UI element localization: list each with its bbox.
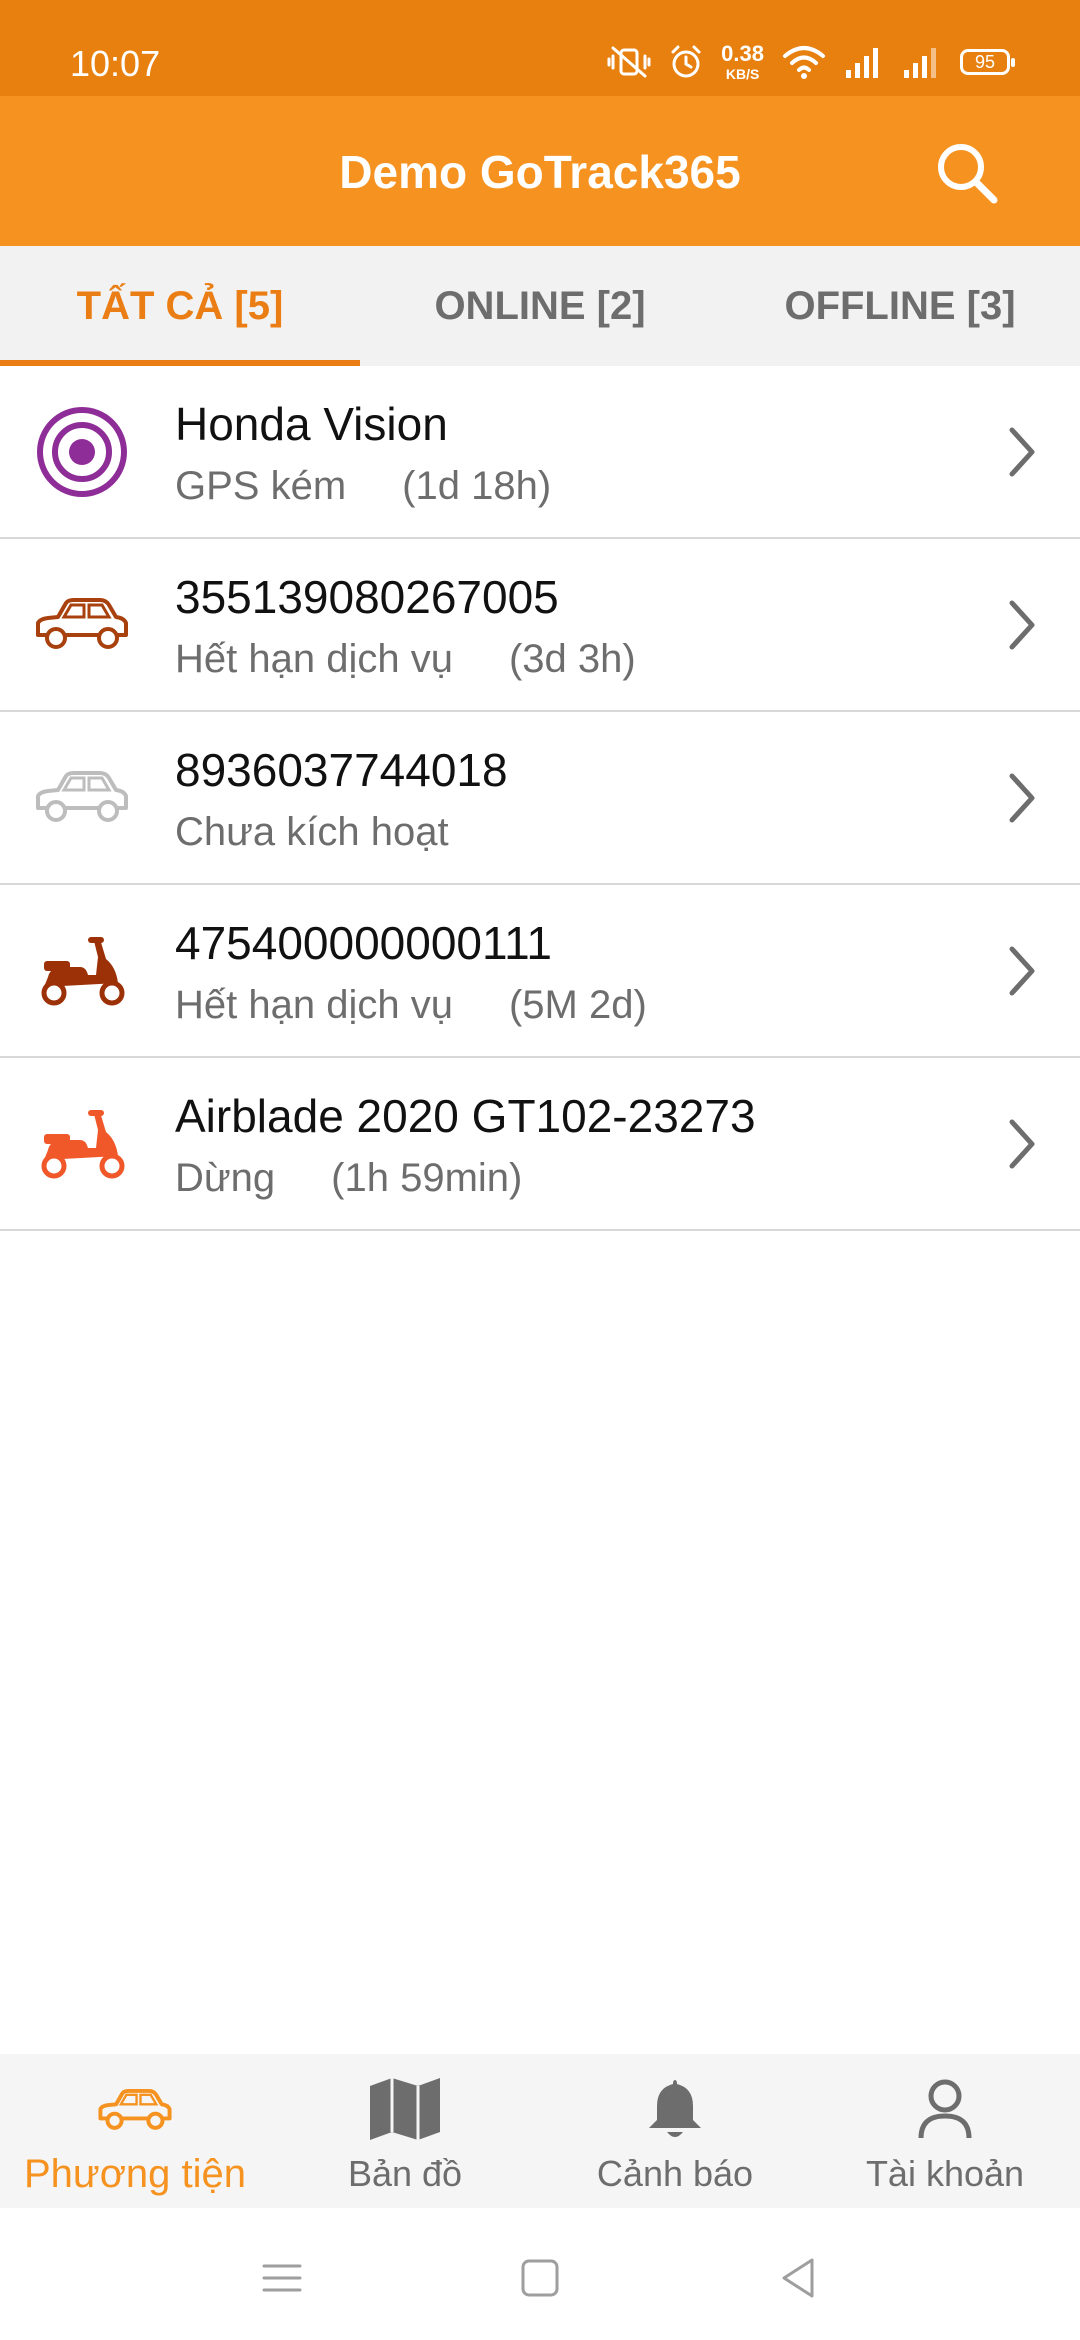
home-icon[interactable]	[510, 2248, 570, 2308]
vehicle-status: Hết hạn dịch vụ (3d 3h)	[175, 635, 636, 683]
list-item[interactable]: Honda Vision GPS kém (1d 18h)	[0, 366, 1080, 539]
vehicle-status-text: Dừng	[175, 1156, 276, 1200]
map-icon	[365, 2074, 445, 2144]
car-icon	[34, 577, 130, 673]
vehicle-list: Honda Vision GPS kém (1d 18h) 35513908026…	[0, 366, 1080, 1231]
list-item[interactable]: 8936037744018 Chưa kích hoạt	[0, 712, 1080, 885]
chevron-right-icon	[1009, 600, 1035, 650]
vehicle-duration: (3d 3h)	[508, 637, 636, 681]
list-item[interactable]: 355139080267005 Hết hạn dịch vụ (3d 3h)	[0, 539, 1080, 712]
bell-icon	[635, 2074, 715, 2144]
vibrate-off-icon	[607, 46, 651, 78]
wifi-icon	[783, 46, 825, 79]
nav-label: Bản đồ	[347, 2153, 463, 2194]
vehicle-duration: (5M 2d)	[508, 983, 647, 1027]
vehicle-duration: (1d 18h)	[402, 464, 552, 508]
vehicle-name: 355139080267005	[175, 571, 559, 623]
vehicle-name: Honda Vision	[175, 398, 448, 450]
list-item[interactable]: Airblade 2020 GT102-23273 Dừng (1h 59min)	[0, 1058, 1080, 1231]
status-icons: 0.38 KB/S 95	[607, 40, 1015, 84]
tab-online[interactable]: ONLINE [2]	[360, 246, 720, 366]
nav-label: Phương tiện	[23, 2152, 247, 2196]
signal-2-icon	[904, 48, 936, 78]
vehicle-status: GPS kém (1d 18h)	[175, 462, 551, 510]
signal-icon	[846, 48, 878, 78]
vehicle-name: 475400000000111	[175, 917, 552, 969]
user-icon	[905, 2074, 985, 2144]
network-speed: 0.38 KB/S	[721, 41, 764, 82]
chevron-right-icon	[1009, 946, 1035, 996]
tab-offline[interactable]: OFFLINE [3]	[720, 246, 1080, 366]
nav-vehicles[interactable]: Phương tiện	[0, 2054, 270, 2208]
status-time: 10:07	[70, 43, 161, 84]
nav-account[interactable]: Tài khoản	[810, 2054, 1080, 2208]
nav-map[interactable]: Bản đồ	[270, 2054, 540, 2208]
status-bar: 10:07 0.38 KB/S 95	[0, 0, 1080, 96]
nav-label: Tài khoản	[865, 2153, 1025, 2194]
app-bar: Demo GoTrack365	[0, 96, 1080, 246]
menu-icon[interactable]	[252, 2248, 312, 2308]
filter-tabs: TẤT CẢ [5] ONLINE [2] OFFLINE [3]	[0, 246, 1080, 366]
nav-label: Cảnh báo	[596, 2153, 754, 2194]
bottom-nav: Phương tiện Bản đồ Cảnh báo Tài khoản	[0, 2054, 1080, 2208]
scooter-icon	[34, 923, 130, 1019]
network-speed-unit: KB/S	[725, 66, 760, 82]
chevron-right-icon	[1009, 427, 1035, 477]
vehicle-status-text: Hết hạn dịch vụ	[175, 983, 453, 1027]
alarm-icon	[671, 45, 701, 78]
network-speed-value: 0.38	[721, 41, 764, 66]
scooter-icon	[34, 1096, 130, 1192]
list-item[interactable]: 475400000000111 Hết hạn dịch vụ (5M 2d)	[0, 885, 1080, 1058]
vehicle-status-text: Hết hạn dịch vụ	[175, 637, 453, 681]
vehicle-status: Hết hạn dịch vụ (5M 2d)	[175, 981, 647, 1029]
vehicle-duration: (1h 59min)	[331, 1156, 523, 1200]
system-nav-bar	[0, 2208, 1080, 2340]
chevron-right-icon	[1009, 1119, 1035, 1169]
vehicle-name: Airblade 2020 GT102-23273	[175, 1090, 756, 1142]
tab-all[interactable]: TẤT CẢ [5]	[0, 246, 360, 366]
vehicle-status-text: Chưa kích hoạt	[175, 810, 449, 854]
gps-target-icon	[34, 404, 130, 500]
search-icon[interactable]	[934, 140, 1000, 206]
vehicle-status: Dừng (1h 59min)	[175, 1154, 522, 1202]
car-icon	[95, 2074, 175, 2144]
chevron-right-icon	[1009, 773, 1035, 823]
app-title: Demo GoTrack365	[339, 146, 741, 198]
vehicle-status: Chưa kích hoạt	[175, 808, 449, 856]
back-icon[interactable]	[768, 2248, 828, 2308]
car-icon	[34, 750, 130, 846]
nav-alerts[interactable]: Cảnh báo	[540, 2054, 810, 2208]
battery-icon: 95	[960, 49, 1015, 75]
vehicle-name: 8936037744018	[175, 744, 508, 796]
vehicle-status-text: GPS kém	[175, 464, 347, 508]
